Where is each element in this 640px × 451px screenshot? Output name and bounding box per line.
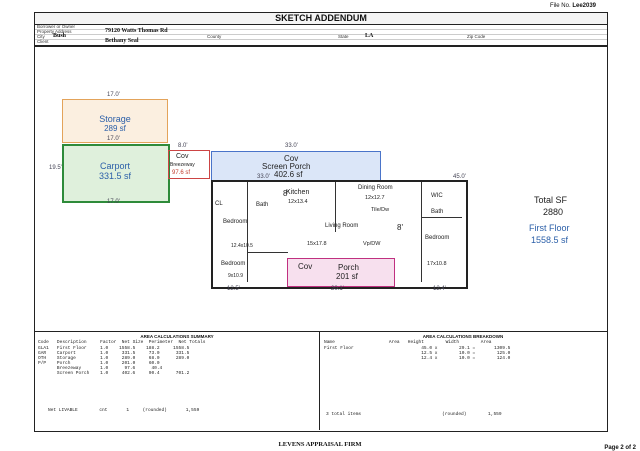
living-size: 15x17.8 xyxy=(307,241,327,247)
summary-table: AREA CALCULATIONS SUMMARY Code Descripti… xyxy=(36,334,318,413)
bath2-label: Bath xyxy=(431,209,444,215)
storage-dim-top: 17.0' xyxy=(107,92,120,98)
wic-label: WIC xyxy=(431,193,443,199)
carport-area: Carport 331.5 sf xyxy=(62,144,170,203)
bedroom3-label: Bedroom xyxy=(221,261,246,267)
screen-porch-dim: 33.0' xyxy=(285,143,298,149)
living-label: Living Room xyxy=(325,223,359,229)
client-value: Bethany Seal xyxy=(105,38,139,44)
breezeway-area: Cov Breezeway 97.6 sf xyxy=(168,150,210,179)
porch-area: Cov Porch 201 sf xyxy=(287,258,395,287)
floor-label: First Floor xyxy=(529,223,570,233)
table-divider xyxy=(319,331,320,430)
total-value: 2880 xyxy=(543,207,564,217)
carport-label: Carport 331.5 sf xyxy=(98,161,132,181)
state-value: LA xyxy=(365,33,374,39)
bedroom2-label: Bedroom xyxy=(425,235,450,241)
page-number: Page 2 of 2 xyxy=(604,445,636,451)
breezeway-dim: 8.0' xyxy=(178,143,188,149)
house-dim-right: 45.0' xyxy=(453,174,466,180)
breezeway-cov: Cov xyxy=(176,153,189,160)
table-row: Screen Porch 1.0 402.6 90.4 701.2 xyxy=(56,371,190,376)
bedroom1-size: 12.4x10.5 xyxy=(231,243,253,249)
living-dim-8: 8' xyxy=(397,223,403,232)
bedroom3-size: 9x10.9 xyxy=(228,273,244,279)
breakdown-table: AREA CALCULATIONS BREAKDOWN Name Area He… xyxy=(322,334,604,417)
kitchen-label: Kitchen xyxy=(286,189,310,196)
storage-label: Storage 289 sf xyxy=(99,114,131,133)
dining-size: 12x12.7 xyxy=(365,195,385,201)
table-row: 12.4 x 10.0 = 124.0 xyxy=(421,356,511,361)
file-number: File No. Lee2039 xyxy=(549,3,596,9)
summary-header: Code Description Factor Net Size Perimet… xyxy=(38,340,206,345)
total-label: Total SF xyxy=(534,195,568,205)
county-label: County xyxy=(207,34,222,39)
kitchen-dim-8: 8' xyxy=(283,189,289,198)
carport-dim: 17.0' xyxy=(107,199,120,205)
breakdown-rows: First Floor 45.0 x 29.1 = 1309.5 12.5 x … xyxy=(324,346,510,361)
breakdown-total: 3 total items (rounded) 1,559 xyxy=(326,412,502,417)
summary-title: AREA CALCULATIONS SUMMARY xyxy=(140,334,214,339)
porch-label: Porch xyxy=(338,263,359,272)
property-info: Borrower or Owner Property Address 79120… xyxy=(34,24,608,46)
bedroom2-size: 17x10.8 xyxy=(427,261,447,267)
breezeway-area-value: 97.6 sf xyxy=(172,170,191,176)
screen-porch-value: 402.6 sf xyxy=(274,170,303,179)
carport-dim-side: 19.5' xyxy=(49,165,62,171)
zip-label: Zip Code xyxy=(467,34,486,39)
address-value: 79120 Watts Thomas Rd xyxy=(105,28,168,34)
living-floor: Vp/DW xyxy=(363,241,381,247)
porch-value: 201 sf xyxy=(336,272,358,281)
bath1-label: Bath xyxy=(256,202,269,208)
house-dim-br: 12.4' xyxy=(433,286,446,292)
house-dim-top: 33.0' xyxy=(257,174,270,180)
breakdown-title: AREA CALCULATIONS BREAKDOWN xyxy=(422,334,504,339)
net-livable: Net LIVABLE cnt 1 (rounded) 1,559 xyxy=(48,408,200,413)
screen-porch-area: Cov Screen Porch 402.6 sf xyxy=(211,151,381,181)
bedroom1-label: Bedroom xyxy=(223,219,248,225)
firm-name: LEVENS APPRAISAL FIRM xyxy=(278,441,362,448)
client-label: Client xyxy=(37,39,49,44)
floor-area: 1558.5 sf xyxy=(531,235,569,245)
kitchen-size: 12x13.4 xyxy=(288,199,308,205)
dining-floor: Tile/Dw xyxy=(371,207,390,213)
porch-dim: 20.1' xyxy=(331,286,344,292)
state-label: State xyxy=(338,34,349,39)
closet-label: CL xyxy=(215,201,223,207)
summary-rows: GLA1 First Floor 1.0 1558.5 188.2 1558.5… xyxy=(38,346,189,376)
breakdown-header: Name Area Height Width Area xyxy=(324,340,492,345)
sketch-area: Storage 289 sf 17.0' 17.0' Carport 331.5… xyxy=(34,46,608,332)
breezeway-sub: Breezeway xyxy=(170,162,195,168)
dining-label: Dining Room xyxy=(358,185,393,191)
porch-cov: Cov xyxy=(298,262,313,271)
city-value: Bush xyxy=(53,33,67,39)
storage-dim-bottom: 17.0' xyxy=(107,136,120,142)
house-dim-bl: 12.5' xyxy=(227,286,240,292)
